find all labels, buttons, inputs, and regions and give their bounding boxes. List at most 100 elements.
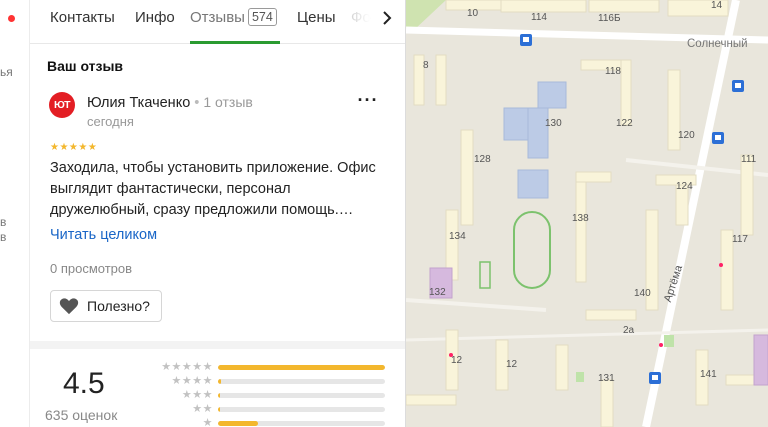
author-name[interactable]: Юлия Ткаченко (87, 95, 190, 111)
more-options-icon[interactable]: ··· (357, 91, 379, 111)
building-number: 2а (623, 325, 635, 336)
tab-reviews-label: Отзывы (190, 9, 245, 26)
bus-stop-icon (732, 80, 744, 92)
rating-bar-2: ★★ (143, 403, 393, 417)
building (585, 309, 637, 321)
street-label: Солнечный (687, 38, 748, 50)
rating-bar-stars: ★★ (192, 403, 213, 415)
building-number: 10 (467, 8, 479, 19)
rating-value: 4.5 (63, 367, 105, 400)
avatar[interactable]: ЮТ (49, 92, 75, 118)
active-tab-indicator (190, 41, 280, 44)
rating-bar-track (218, 393, 385, 398)
author-review-count: 1 отзыв (203, 94, 253, 110)
building-number: 141 (700, 369, 717, 380)
separator: • (194, 95, 200, 111)
edge-text: в (0, 230, 7, 244)
school-building (527, 107, 549, 159)
building (588, 0, 660, 13)
tab-bar: Контакты Инфо Отзывы574 Цены Фо (30, 0, 405, 44)
building-number: 128 (474, 154, 491, 165)
building (575, 171, 587, 283)
building-number: 140 (634, 288, 651, 299)
road (406, 328, 768, 342)
organization-card: Контакты Инфо Отзывы574 Цены Фо Ваш отзы… (30, 0, 406, 427)
review-views: 0 просмотров (50, 261, 133, 276)
building-number: 132 (429, 287, 446, 298)
review-text: Заходила, чтобы установить приложение. О… (50, 160, 376, 218)
building (600, 379, 614, 427)
building (740, 154, 754, 236)
map[interactable]: 10 114 116Б 14 8 118 130 122 120 128 111… (406, 0, 768, 427)
tab-contacts[interactable]: Контакты (50, 9, 115, 26)
rating-bar-fill (218, 365, 385, 370)
building-purple (753, 334, 768, 386)
section-divider (30, 341, 405, 349)
bus-stop-icon (649, 372, 661, 384)
building-number: 124 (676, 181, 693, 192)
section-title: Ваш отзыв (47, 58, 124, 74)
building-number: 8 (423, 60, 429, 71)
useful-button-label: Полезно? (87, 298, 150, 314)
building-number: 114 (531, 12, 547, 23)
stadium (513, 211, 551, 289)
rating-bar-stars: ★★★★ (171, 375, 213, 387)
review-author: Юлия Ткаченко • 1 отзыв (87, 94, 253, 111)
green-patch (576, 372, 584, 382)
edge-text: в (0, 215, 7, 229)
rating-bar-5: ★★★★★ (143, 361, 393, 375)
rating-bar-stars: ★★★★★ (161, 361, 213, 373)
road (406, 298, 547, 312)
school-building (537, 81, 567, 109)
chevron-right-icon[interactable] (376, 8, 398, 32)
park-area (406, 0, 446, 30)
building (460, 129, 474, 226)
building (500, 0, 587, 13)
building-number: 134 (449, 231, 466, 242)
rating-bar-fill (218, 393, 220, 398)
left-edge-panel: ья в в (0, 0, 30, 427)
building-number: 12 (506, 359, 518, 370)
tab-info[interactable]: Инфо (135, 9, 175, 26)
green-patch (664, 335, 674, 347)
building (435, 54, 447, 106)
school-building (517, 169, 549, 199)
sports-field (479, 261, 491, 289)
rating-bar-track (218, 407, 385, 412)
building-number: 12 (451, 355, 463, 366)
building-number: 117 (732, 234, 748, 245)
bus-stop-icon (520, 34, 532, 46)
notification-dot (8, 15, 15, 22)
bus-stop-icon (712, 132, 724, 144)
building-number: 130 (545, 118, 562, 129)
rating-count: 635 оценок (45, 407, 118, 423)
useful-button[interactable]: Полезно? (50, 290, 162, 322)
building-number: 111 (741, 154, 757, 165)
building-number: 116Б (598, 13, 621, 24)
poi-dot (719, 263, 723, 267)
edge-text: ья (0, 65, 13, 79)
building-number: 14 (711, 0, 723, 11)
tab-prices[interactable]: Цены (297, 9, 336, 26)
building (406, 394, 457, 406)
building (620, 59, 632, 126)
building-number: 120 (678, 130, 695, 141)
rating-bar-track (218, 421, 385, 426)
read-more-link[interactable]: Читать целиком (50, 227, 157, 243)
rating-bar-1: ★ (143, 417, 393, 427)
building (555, 344, 569, 391)
rating-bar-track (218, 379, 385, 384)
poi-dot (659, 343, 663, 347)
rating-bar-3: ★★★ (143, 389, 393, 403)
rating-bar-4: ★★★★ (143, 375, 393, 389)
rating-bar-track (218, 365, 385, 370)
tab-reviews[interactable]: Отзывы 574 (190, 8, 277, 27)
heart-icon (59, 297, 79, 320)
building-number: 122 (616, 118, 633, 129)
building-number: 138 (572, 213, 589, 224)
review-date: сегодня (87, 114, 134, 129)
reviews-count-badge: 574 (247, 8, 277, 26)
rating-bar-fill (218, 379, 222, 384)
rating-bar-stars: ★ (202, 417, 213, 427)
building (575, 171, 612, 183)
